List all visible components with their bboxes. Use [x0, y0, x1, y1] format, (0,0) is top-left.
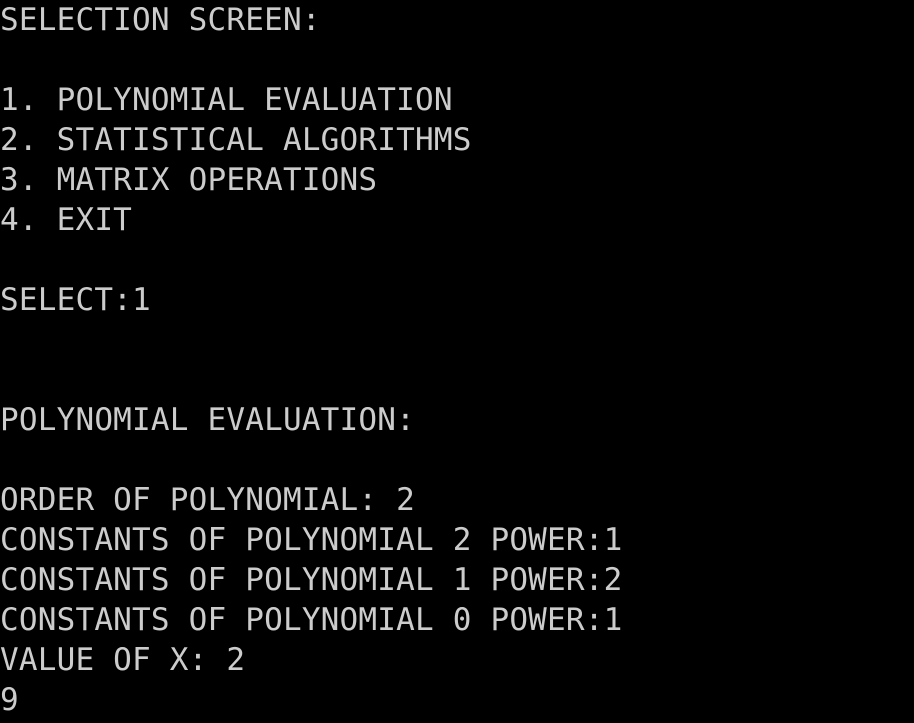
polynomial-evaluation-title: POLYNOMIAL EVALUATION: — [0, 402, 415, 438]
console-window: SELECTION SCREEN: 1. POLYNOMIAL EVALUATI… — [0, 0, 914, 723]
constant-power-2-line[interactable]: CONSTANTS OF POLYNOMIAL 2 POWER:1 — [0, 520, 914, 560]
order-of-polynomial-line[interactable]: ORDER OF POLYNOMIAL: 2 — [0, 480, 914, 520]
constant-power-1-line[interactable]: CONSTANTS OF POLYNOMIAL 1 POWER:2 — [0, 560, 914, 600]
menu-option-polynomial-evaluation: 1. POLYNOMIAL EVALUATION — [0, 82, 453, 118]
result-output: 9 — [0, 682, 19, 718]
selection-screen-title: SELECTION SCREEN: — [0, 2, 321, 38]
select-prompt[interactable]: SELECT:1 — [0, 280, 914, 320]
menu-option-statistical-algorithms: 2. STATISTICAL ALGORITHMS — [0, 122, 472, 158]
menu-option-matrix-operations: 3. MATRIX OPERATIONS — [0, 162, 378, 198]
constant-power-0-line[interactable]: CONSTANTS OF POLYNOMIAL 0 POWER:1 — [0, 600, 914, 640]
menu-option-exit: 4. EXIT — [0, 202, 133, 238]
value-of-x-line[interactable]: VALUE OF X: 2 — [0, 640, 914, 680]
